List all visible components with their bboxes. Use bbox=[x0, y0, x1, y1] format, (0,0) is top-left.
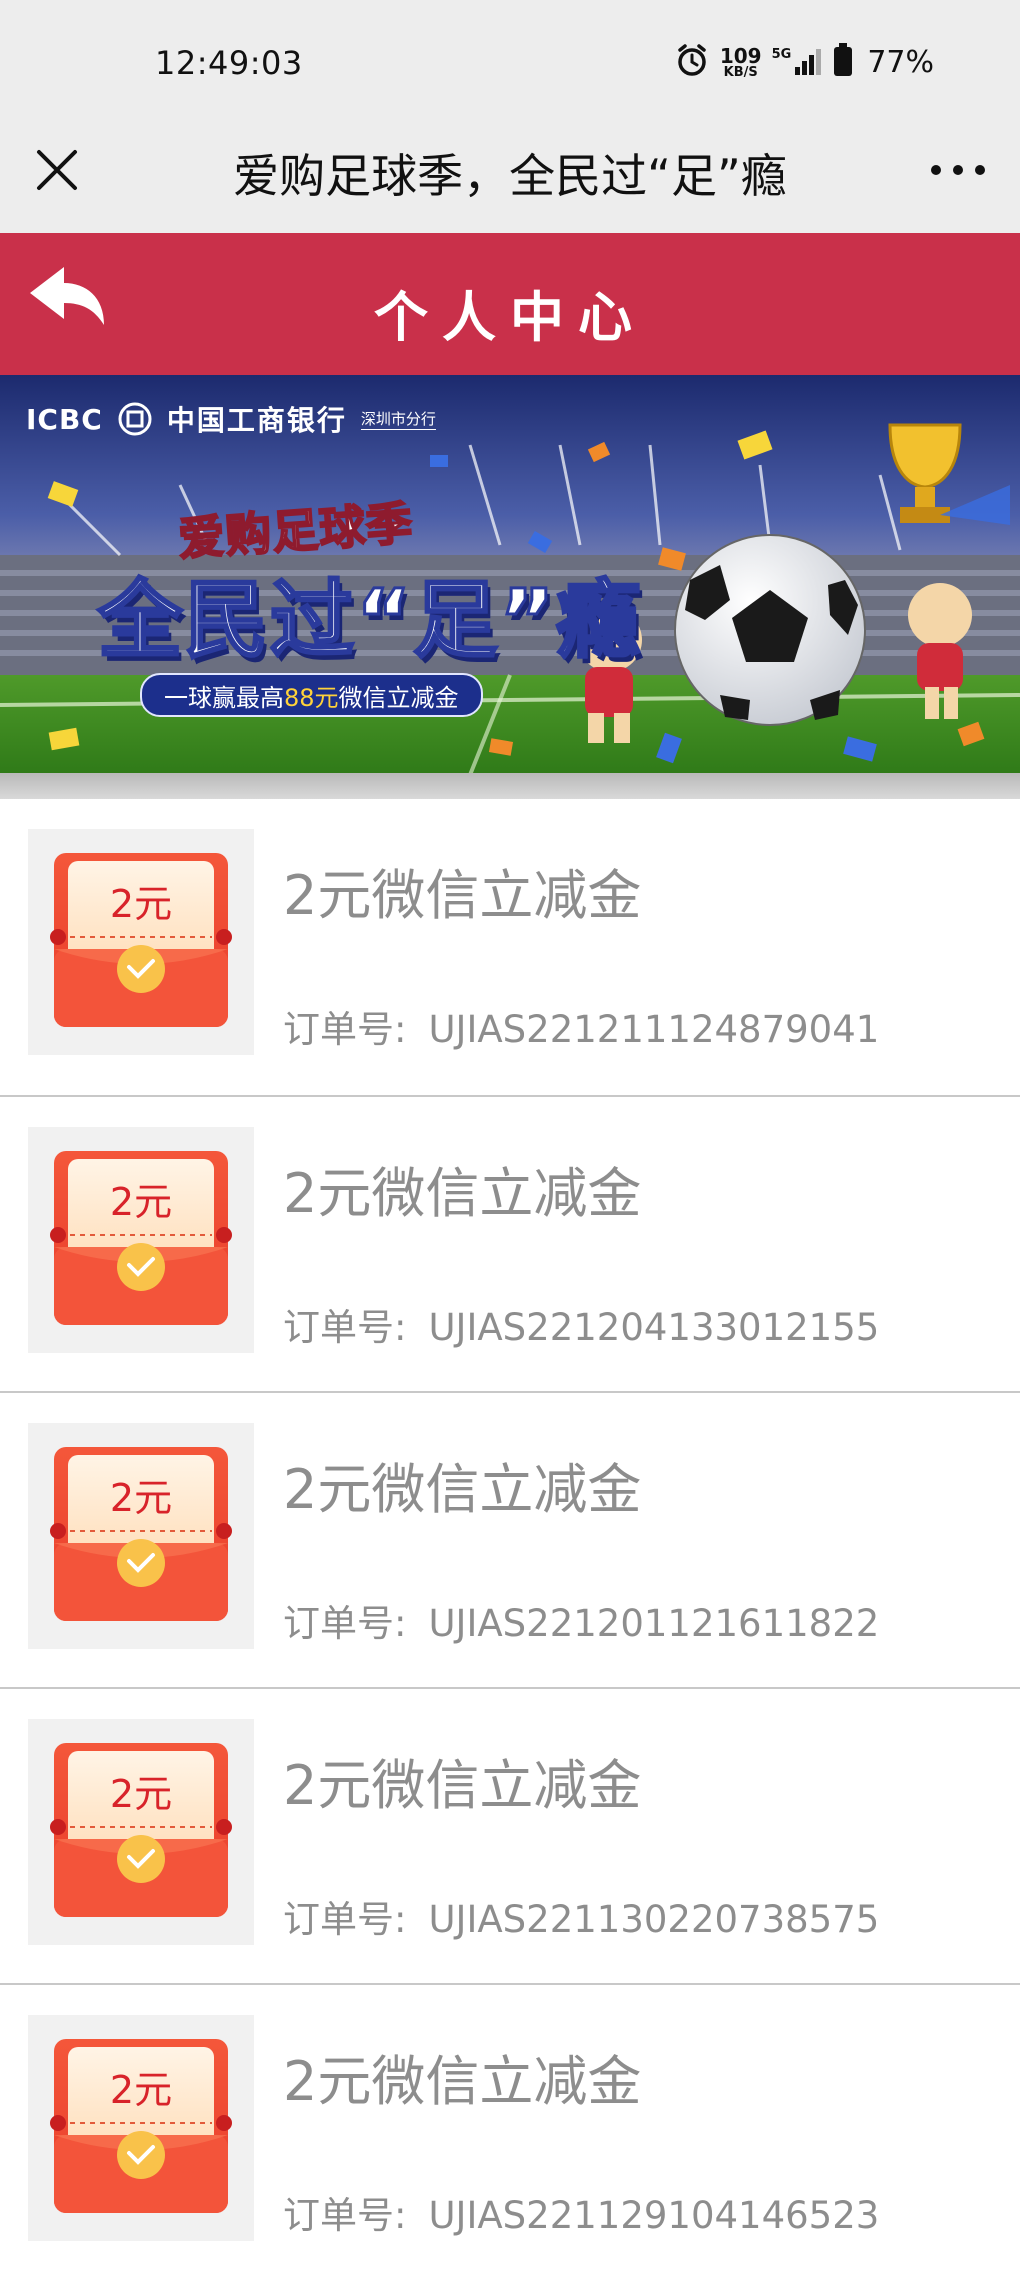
alarm-icon bbox=[674, 42, 710, 82]
close-icon bbox=[37, 150, 77, 190]
order-number: 订单号: UJIAS221211124879041 bbox=[283, 1008, 880, 1051]
bank-name-cn: 中国工商银行 bbox=[166, 404, 347, 437]
coupon-thumbnail: 2元 bbox=[28, 1719, 254, 1945]
icbc-logo-icon bbox=[118, 402, 152, 436]
svg-text:2元: 2元 bbox=[110, 1772, 172, 1816]
more-button[interactable] bbox=[926, 143, 990, 197]
status-icons: 109 KB/S 5G 77% bbox=[674, 42, 934, 82]
red-envelope-icon: 2元 bbox=[50, 1151, 232, 1325]
banner-divider bbox=[0, 773, 1020, 799]
list-item[interactable]: 2元 2元微信立减金 订单号: UJIAS221201121611822 bbox=[0, 1393, 1020, 1689]
list-item[interactable]: 2元 2元微信立减金 订单号: UJIAS221211124879041 bbox=[0, 799, 1020, 1097]
slogan-line3: 一球赢最高 88元 微信立减金 bbox=[140, 673, 483, 717]
coupon-title: 2元微信立减金 bbox=[283, 1754, 642, 1817]
header-title: 个人中心 bbox=[374, 286, 646, 349]
icbc-text: ICBC bbox=[26, 402, 103, 436]
red-envelope-icon: 2元 bbox=[50, 1447, 232, 1621]
coupon-title: 2元微信立减金 bbox=[283, 1458, 642, 1521]
coupon-thumbnail: 2元 bbox=[28, 1423, 254, 1649]
app-header: 个人中心 bbox=[0, 233, 1020, 375]
order-number: 订单号: UJIAS221129104146523 bbox=[283, 2194, 880, 2237]
svg-text:2元: 2元 bbox=[110, 2068, 172, 2112]
order-number: 订单号: UJIAS221130220738575 bbox=[283, 1898, 880, 1941]
red-envelope-icon: 2元 bbox=[50, 1743, 232, 1917]
list-item[interactable]: 2元 2元微信立减金 订单号: UJIAS221130220738575 bbox=[0, 1689, 1020, 1985]
slogan-line2: 全民过“足”瘾 bbox=[96, 570, 643, 671]
branch-name: 深圳市分行 bbox=[360, 410, 436, 430]
status-bar: 12:49:03 109 KB/S 5G 77% bbox=[0, 0, 1020, 130]
status-time: 12:49:03 bbox=[155, 44, 303, 82]
webview-title-bar: 爱购足球季，全民过“足”瘾 bbox=[0, 118, 1020, 233]
more-icon bbox=[931, 165, 985, 175]
coupon-thumbnail: 2元 bbox=[28, 1127, 254, 1353]
red-envelope-icon: 2元 bbox=[50, 2039, 232, 2213]
page-title: 爱购足球季，全民过“足”瘾 bbox=[233, 149, 787, 203]
coupon-list: 2元 2元微信立减金 订单号: UJIAS221211124879041 2元 2… bbox=[0, 799, 1020, 2281]
red-envelope-icon: 2元 bbox=[50, 853, 232, 1027]
order-number: 订单号: UJIAS221201121611822 bbox=[283, 1602, 880, 1645]
list-item[interactable]: 2元 2元微信立减金 订单号: UJIAS221204133012155 bbox=[0, 1097, 1020, 1393]
svg-text:2元: 2元 bbox=[110, 1476, 172, 1520]
coupon-thumbnail: 2元 bbox=[28, 2015, 254, 2241]
battery-icon bbox=[833, 43, 853, 81]
coupon-title: 2元微信立减金 bbox=[283, 1162, 642, 1225]
battery-level: 77% bbox=[867, 44, 934, 80]
coupon-title: 2元微信立减金 bbox=[283, 2050, 642, 2113]
svg-text:2元: 2元 bbox=[110, 882, 172, 926]
order-number: 订单号: UJIAS221204133012155 bbox=[283, 1306, 880, 1349]
close-button[interactable] bbox=[30, 143, 84, 197]
bank-logo: ICBC 中国工商银行 深圳市分行 bbox=[26, 399, 436, 439]
coupon-title: 2元微信立减金 bbox=[283, 864, 642, 927]
svg-text:2元: 2元 bbox=[110, 1180, 172, 1224]
signal-icon: 5G bbox=[772, 47, 824, 77]
list-item[interactable]: 2元 2元微信立减金 订单号: UJIAS221129104146523 bbox=[0, 1985, 1020, 2281]
coupon-thumbnail: 2元 bbox=[28, 829, 254, 1055]
net-speed: 109 KB/S bbox=[719, 43, 762, 80]
promo-banner[interactable]: ICBC 中国工商银行 深圳市分行 爱购足球季 全民过“足”瘾 一球赢最高 88元… bbox=[0, 375, 1020, 775]
